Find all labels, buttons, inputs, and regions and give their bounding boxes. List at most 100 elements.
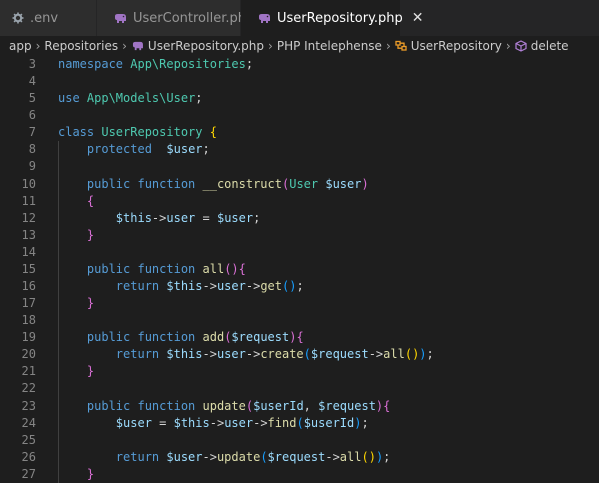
method-cube-icon [515,40,527,52]
code-line[interactable]: 3 namespace App\Repositories; [0,56,599,73]
code-line[interactable]: 27 } [0,466,599,483]
code-line[interactable]: 20 return $this->user->create($request->… [0,346,599,363]
code-token: ; [296,279,304,294]
code-line[interactable]: 14 [0,244,599,261]
code-token: ; [426,347,434,362]
code-line[interactable]: 19 public function add($request){ [0,329,599,346]
code-line[interactable]: 9 [0,158,599,175]
line-number: 19 [21,330,36,345]
breadcrumb-intelephense[interactable]: PHP Intelephense [277,39,382,53]
code-editor[interactable]: 3 namespace App\Repositories; 4 5 use App\Mo… [0,56,599,483]
code-token: all [202,261,225,276]
code-text: } [58,227,94,244]
line-number: 8 [28,142,36,157]
code-token: $user [166,449,203,464]
code-line[interactable]: 4 [0,73,599,90]
code-line[interactable]: 18 [0,312,599,329]
code-token: -> [253,415,268,430]
code-line[interactable]: 23 public function update($userId, $requ… [0,398,599,415]
code-token: return [115,449,167,464]
breadcrumb-app[interactable]: app [9,39,32,53]
code-token: user [216,279,246,294]
code-token: ; [361,415,369,430]
code-text: $this->user = $user; [58,210,261,227]
tab-user-controller[interactable]: UserController.php [97,0,254,36]
code-line[interactable]: 11 { [0,193,599,210]
code-line[interactable]: 12 $this->user = $user; [0,210,599,227]
code-line[interactable]: 5 use App\Models\User; [0,90,599,107]
code-token: $user [166,142,203,157]
code-token: -> [325,449,340,464]
code-token: { [86,193,95,208]
code-line[interactable]: 21 } [0,363,599,380]
code-token: update [216,449,261,464]
code-token: -> [209,415,225,430]
code-token: } [86,227,95,242]
breadcrumb-repositories[interactable]: Repositories [44,39,118,53]
line-number: 11 [21,193,36,208]
tab-env[interactable]: .env [0,0,97,36]
code-line[interactable]: 13 } [0,227,599,244]
line-number: 20 [21,347,36,362]
line-number: 13 [21,227,36,242]
code-token: $userId [303,415,355,430]
code-lines: 3 namespace App\Repositories; 4 5 use App\Mo… [0,56,599,483]
code-token: $this [115,210,152,225]
breadcrumb-file[interactable]: UserRepository.php [148,39,264,53]
code-token: $userId [253,398,304,413]
code-line[interactable]: 10 public function __construct(User $use… [0,176,599,193]
code-line[interactable]: 17 } [0,295,599,312]
code-token: -> [202,279,217,294]
code-line[interactable]: 7 class UserRepository { [0,124,599,141]
code-token: $request [267,449,326,464]
code-token: $user [216,210,254,225]
code-token: , [303,398,319,413]
code-token: public function [86,261,203,276]
breadcrumb-separator: › [122,39,127,53]
line-number: 9 [28,159,36,174]
code-token: all [339,449,362,464]
code-token: { [209,125,217,140]
line-number: 16 [21,279,36,294]
code-token: User [166,91,196,106]
code-line[interactable]: 15 public function all(){ [0,261,599,278]
line-number: 6 [28,108,36,123]
code-line[interactable]: 22 [0,380,599,397]
code-token: -> [245,279,261,294]
code-line[interactable]: 16 return $this->user->get(); [0,278,599,295]
code-line[interactable]: 24 $user = $this->user->find($userId); [0,415,599,432]
code-token: ){ [375,398,391,413]
code-token: ; [202,142,210,157]
tab-user-repository[interactable]: UserRepository.php ✕ [241,0,424,36]
code-token: () [282,279,297,294]
code-line[interactable]: 6 [0,107,599,124]
code-token: create [260,347,304,362]
line-number: 26 [21,449,36,464]
code-token: public function [86,398,203,413]
line-number: 15 [21,261,36,276]
code-text: public function update($userId, $request… [58,398,390,415]
php-elephant-icon [113,13,127,24]
code-text: } [58,363,94,380]
code-token: App\Repositories [130,57,246,71]
code-token: $this [166,279,203,294]
code-token: -> [202,347,217,362]
code-token: -> [368,347,384,362]
line-number: 14 [21,244,36,259]
breadcrumb-class[interactable]: UserRepository [411,39,502,53]
breadcrumb-method[interactable]: delete [531,39,569,53]
code-line[interactable]: 26 return $user->update($request->all())… [0,449,599,466]
code-line[interactable]: 25 [0,432,599,449]
tab-label: UserRepository.php [277,10,403,26]
close-icon[interactable]: ✕ [412,10,424,26]
code-line[interactable]: 8 protected $user; [0,141,599,158]
line-number: 3 [28,57,36,71]
breadcrumb-separator: › [268,39,273,53]
